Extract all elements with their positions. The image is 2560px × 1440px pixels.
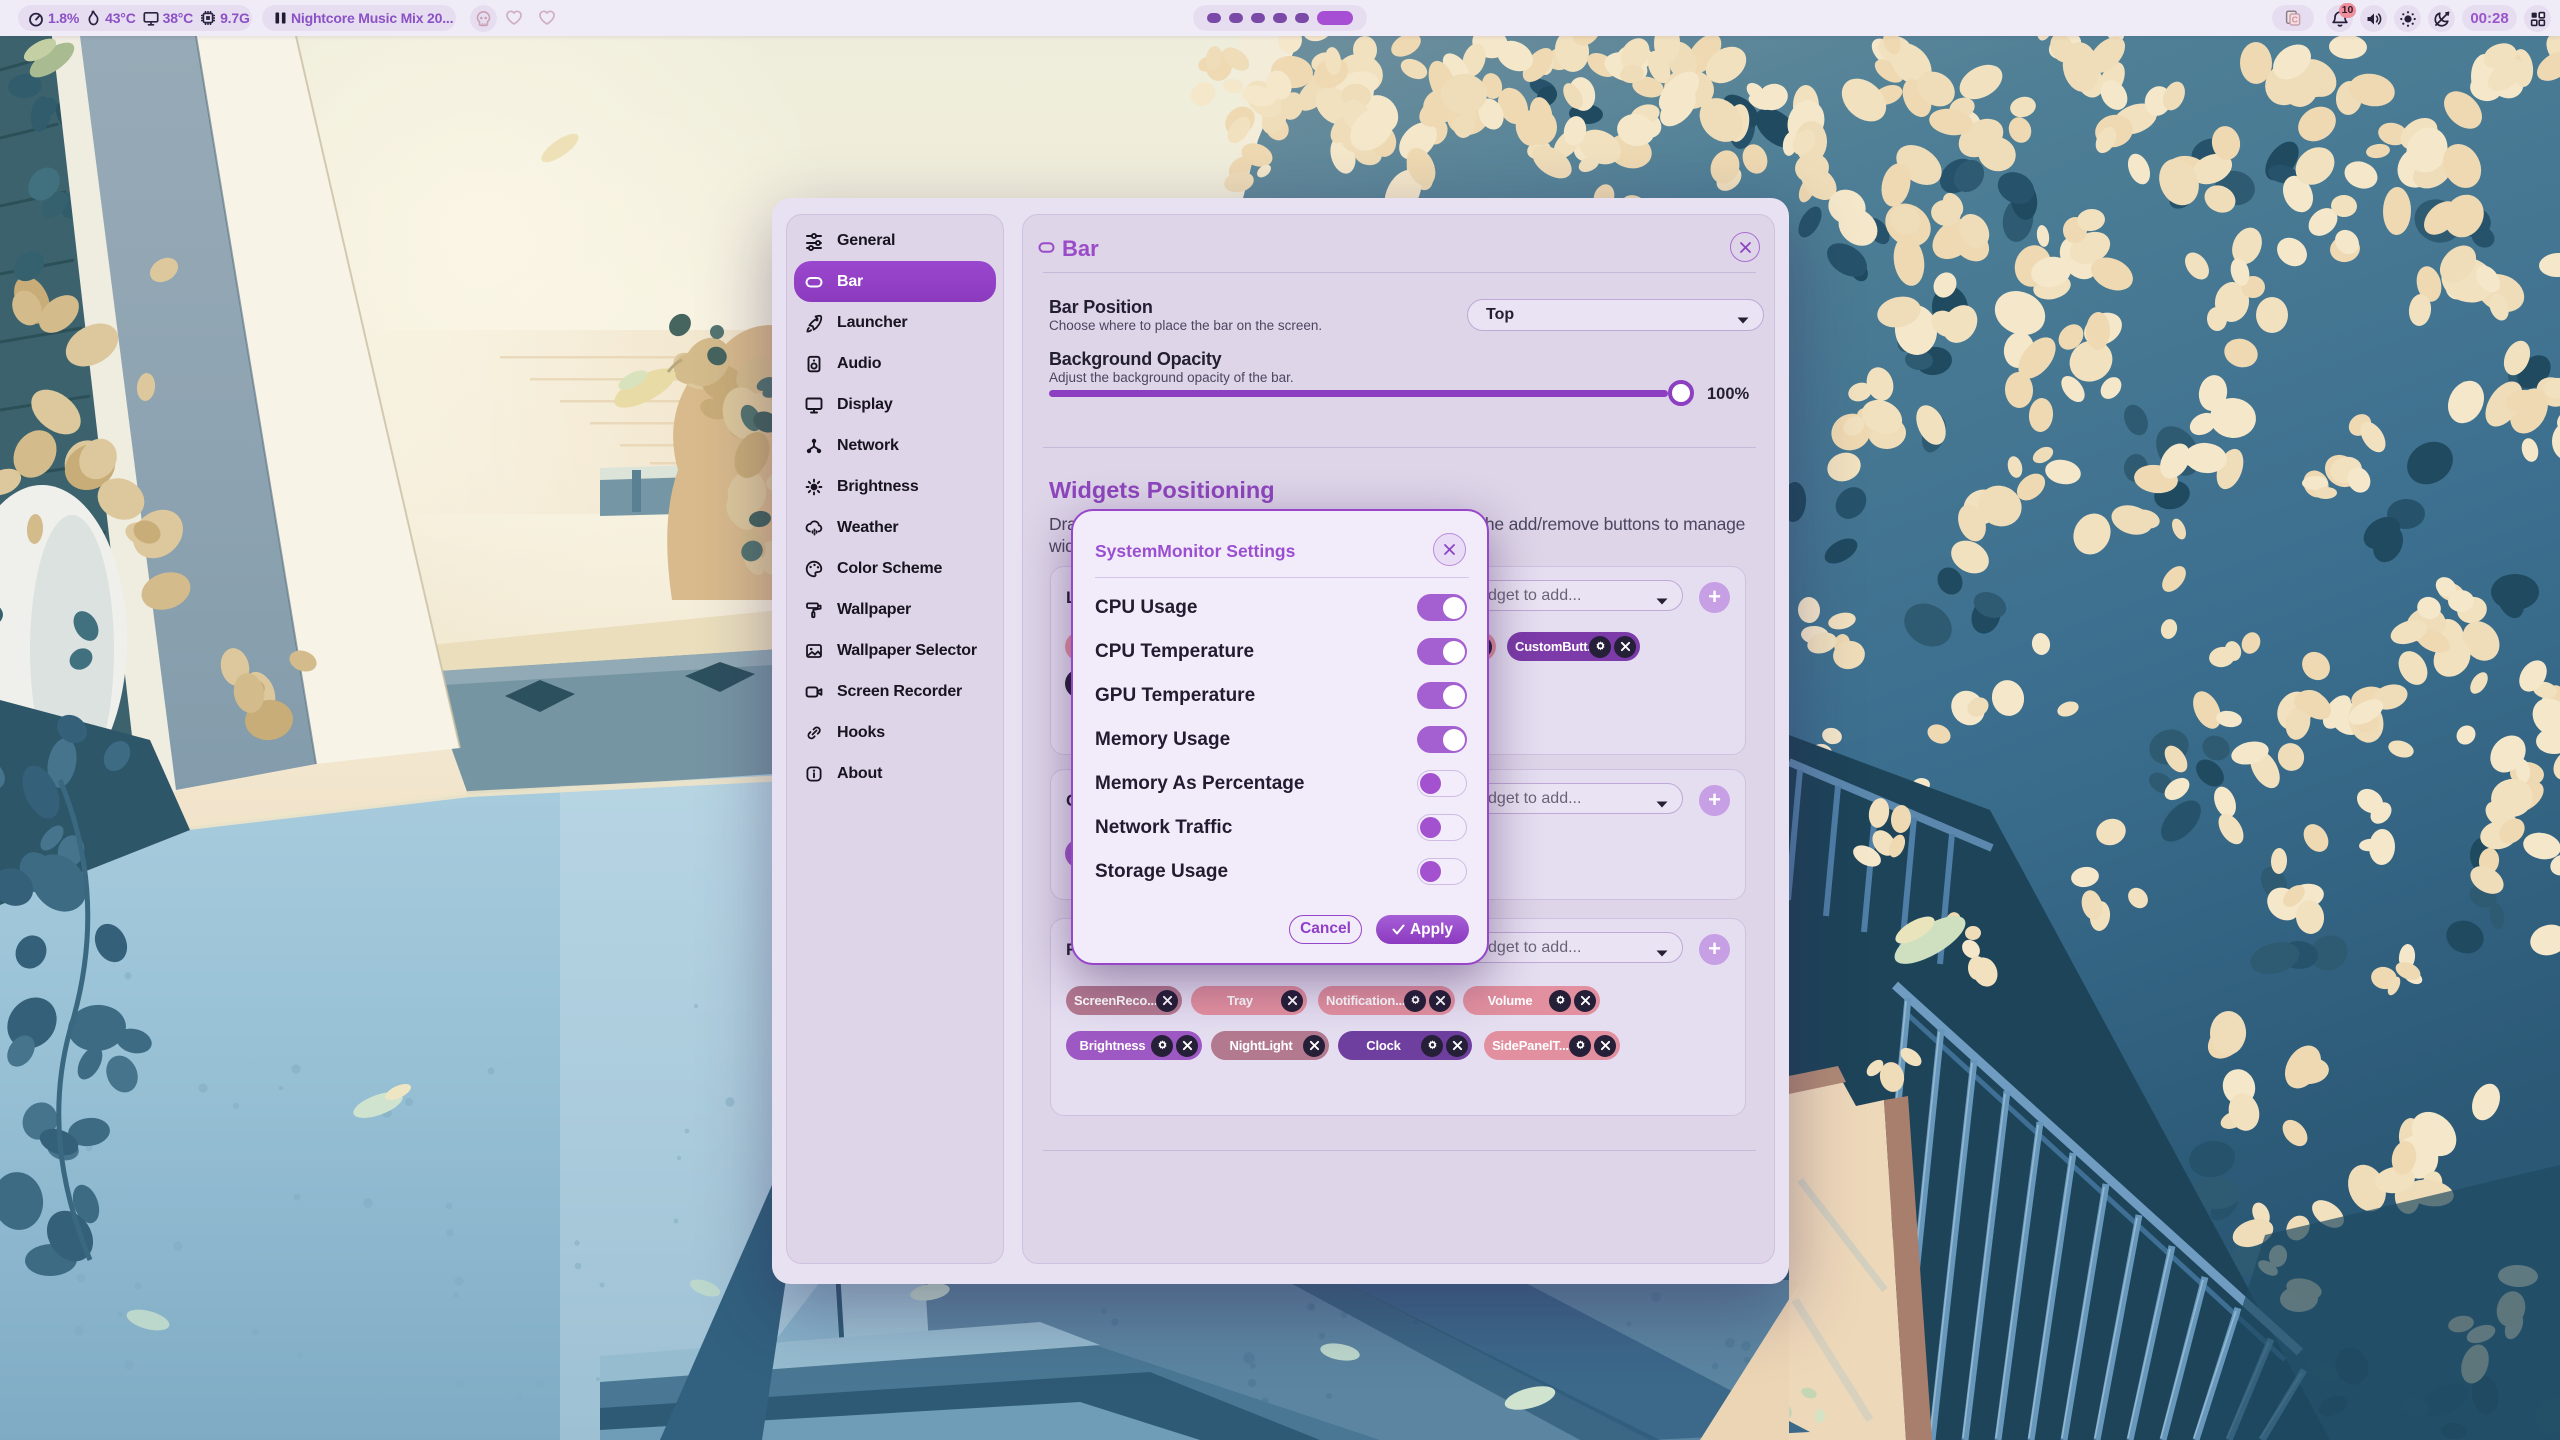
svg-text:C: C [2292, 14, 2298, 24]
